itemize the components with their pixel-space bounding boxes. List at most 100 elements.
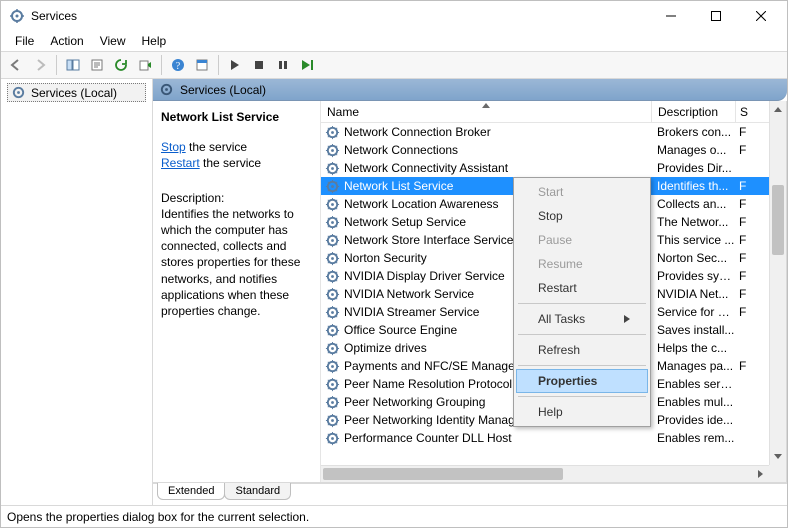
cm-properties[interactable]: Properties: [516, 369, 648, 393]
service-name: Optimize drives: [344, 341, 427, 355]
service-row[interactable]: Performance Counter DLL HostEnables rem.…: [321, 429, 786, 447]
window-title: Services: [31, 9, 648, 23]
service-name: Network Connectivity Assistant: [344, 161, 508, 175]
stop-link[interactable]: Stop: [161, 140, 186, 154]
pause-service-button[interactable]: [272, 54, 294, 76]
svg-text:?: ?: [176, 61, 181, 72]
column-description[interactable]: Description: [651, 101, 735, 122]
tab-standard[interactable]: Standard: [224, 483, 291, 500]
column-status[interactable]: S: [735, 101, 757, 122]
service-desc: The Networ...: [651, 215, 735, 229]
export-button[interactable]: [134, 54, 156, 76]
cm-start: Start: [516, 180, 648, 204]
service-status: F: [735, 233, 757, 247]
menu-action[interactable]: Action: [42, 32, 91, 50]
tab-extended[interactable]: Extended: [157, 483, 225, 500]
service-name: Peer Name Resolution Protocol: [344, 377, 512, 391]
column-headers: Name Description S: [321, 101, 786, 123]
service-status: F: [735, 269, 757, 283]
service-desc: Manages o...: [651, 143, 735, 157]
maximize-button[interactable]: [693, 2, 738, 30]
minimize-button[interactable]: [648, 2, 693, 30]
restart-link[interactable]: Restart: [161, 156, 200, 170]
service-name: Network Connections: [344, 143, 458, 157]
statusbar: Opens the properties dialog box for the …: [1, 505, 787, 527]
cm-refresh[interactable]: Refresh: [516, 338, 648, 362]
service-desc: Norton Sec...: [651, 251, 735, 265]
services-icon: [159, 82, 174, 97]
nav-label: Services (Local): [31, 86, 117, 100]
nav-services-local[interactable]: Services (Local): [7, 83, 146, 102]
service-name: Payments and NFC/SE Manage: [344, 359, 515, 373]
service-desc: Provides sys...: [651, 269, 735, 283]
forward-button[interactable]: [29, 54, 51, 76]
service-desc: Manages pa...: [651, 359, 735, 373]
stop-service-button[interactable]: [248, 54, 270, 76]
horizontal-scrollbar[interactable]: [321, 465, 769, 482]
nav-tree: Services (Local): [1, 79, 153, 505]
cm-resume: Resume: [516, 252, 648, 276]
service-row[interactable]: Network ConnectionsManages o...F: [321, 141, 786, 159]
service-name: Network Connection Broker: [344, 125, 491, 139]
restart-service-button[interactable]: [296, 54, 318, 76]
refresh-button[interactable]: [110, 54, 132, 76]
cm-help[interactable]: Help: [516, 400, 648, 424]
service-desc: Provides ide...: [651, 413, 735, 427]
service-desc: Service for S...: [651, 305, 735, 319]
cm-all-tasks[interactable]: All Tasks: [516, 307, 648, 331]
services-app-icon: [9, 8, 25, 24]
cm-stop[interactable]: Stop: [516, 204, 648, 228]
service-desc: Collects an...: [651, 197, 735, 211]
column-name[interactable]: Name: [321, 105, 651, 119]
scroll-down-button[interactable]: [770, 448, 786, 465]
service-name: NVIDIA Streamer Service: [344, 305, 479, 319]
service-name: NVIDIA Network Service: [344, 287, 474, 301]
cm-pause: Pause: [516, 228, 648, 252]
service-name: Peer Networking Grouping: [344, 395, 485, 409]
start-service-button[interactable]: [224, 54, 246, 76]
context-menu: Start Stop Pause Resume Restart All Task…: [513, 177, 651, 427]
vertical-scroll-thumb[interactable]: [772, 185, 784, 255]
service-name: Office Source Engine: [344, 323, 457, 337]
menu-help[interactable]: Help: [134, 32, 175, 50]
service-desc: Brokers con...: [651, 125, 735, 139]
show-hide-tree-button[interactable]: [62, 54, 84, 76]
scroll-right-button[interactable]: [752, 466, 769, 482]
service-status: F: [735, 179, 757, 193]
menu-view[interactable]: View: [92, 32, 134, 50]
back-button[interactable]: [5, 54, 27, 76]
service-row[interactable]: Network Connection Broker Brokers con...F: [321, 123, 786, 141]
service-desc: Identifies th...: [651, 179, 735, 193]
service-status: F: [735, 197, 757, 211]
help-button[interactable]: ?: [167, 54, 189, 76]
panel-title: Services (Local): [180, 83, 266, 97]
close-button[interactable]: [738, 2, 783, 30]
service-name: Network Location Awareness: [344, 197, 499, 211]
cm-restart[interactable]: Restart: [516, 276, 648, 300]
toolbar: ?: [1, 51, 787, 79]
sort-asc-icon: [482, 103, 490, 108]
services-icon: [11, 85, 26, 100]
service-status: F: [735, 251, 757, 265]
service-status: F: [735, 359, 757, 373]
service-name: Network Store Interface Service: [344, 233, 513, 247]
bottom-tabs: Extended Standard: [153, 483, 787, 505]
properties-button[interactable]: [86, 54, 108, 76]
chevron-right-icon: [624, 315, 630, 323]
menu-file[interactable]: File: [7, 32, 42, 50]
vertical-scrollbar[interactable]: [769, 101, 786, 465]
service-desc: NVIDIA Net...: [651, 287, 735, 301]
service-desc: Helps the c...: [651, 341, 735, 355]
horizontal-scroll-thumb[interactable]: [323, 468, 563, 480]
scroll-up-button[interactable]: [770, 101, 786, 118]
service-name: Network List Service: [344, 179, 453, 193]
help-topics-button[interactable]: [191, 54, 213, 76]
service-name: Norton Security: [344, 251, 427, 265]
service-row[interactable]: Network Connectivity Assistant Provides D…: [321, 159, 786, 177]
service-desc: Enables rem...: [651, 431, 735, 445]
service-status: F: [735, 125, 757, 139]
service-desc: Enables serv...: [651, 377, 735, 391]
service-desc: Provides Dir...: [651, 161, 735, 175]
restart-link-suffix: the service: [200, 156, 261, 170]
description-text: Identifies the networks to which the com…: [161, 206, 310, 319]
